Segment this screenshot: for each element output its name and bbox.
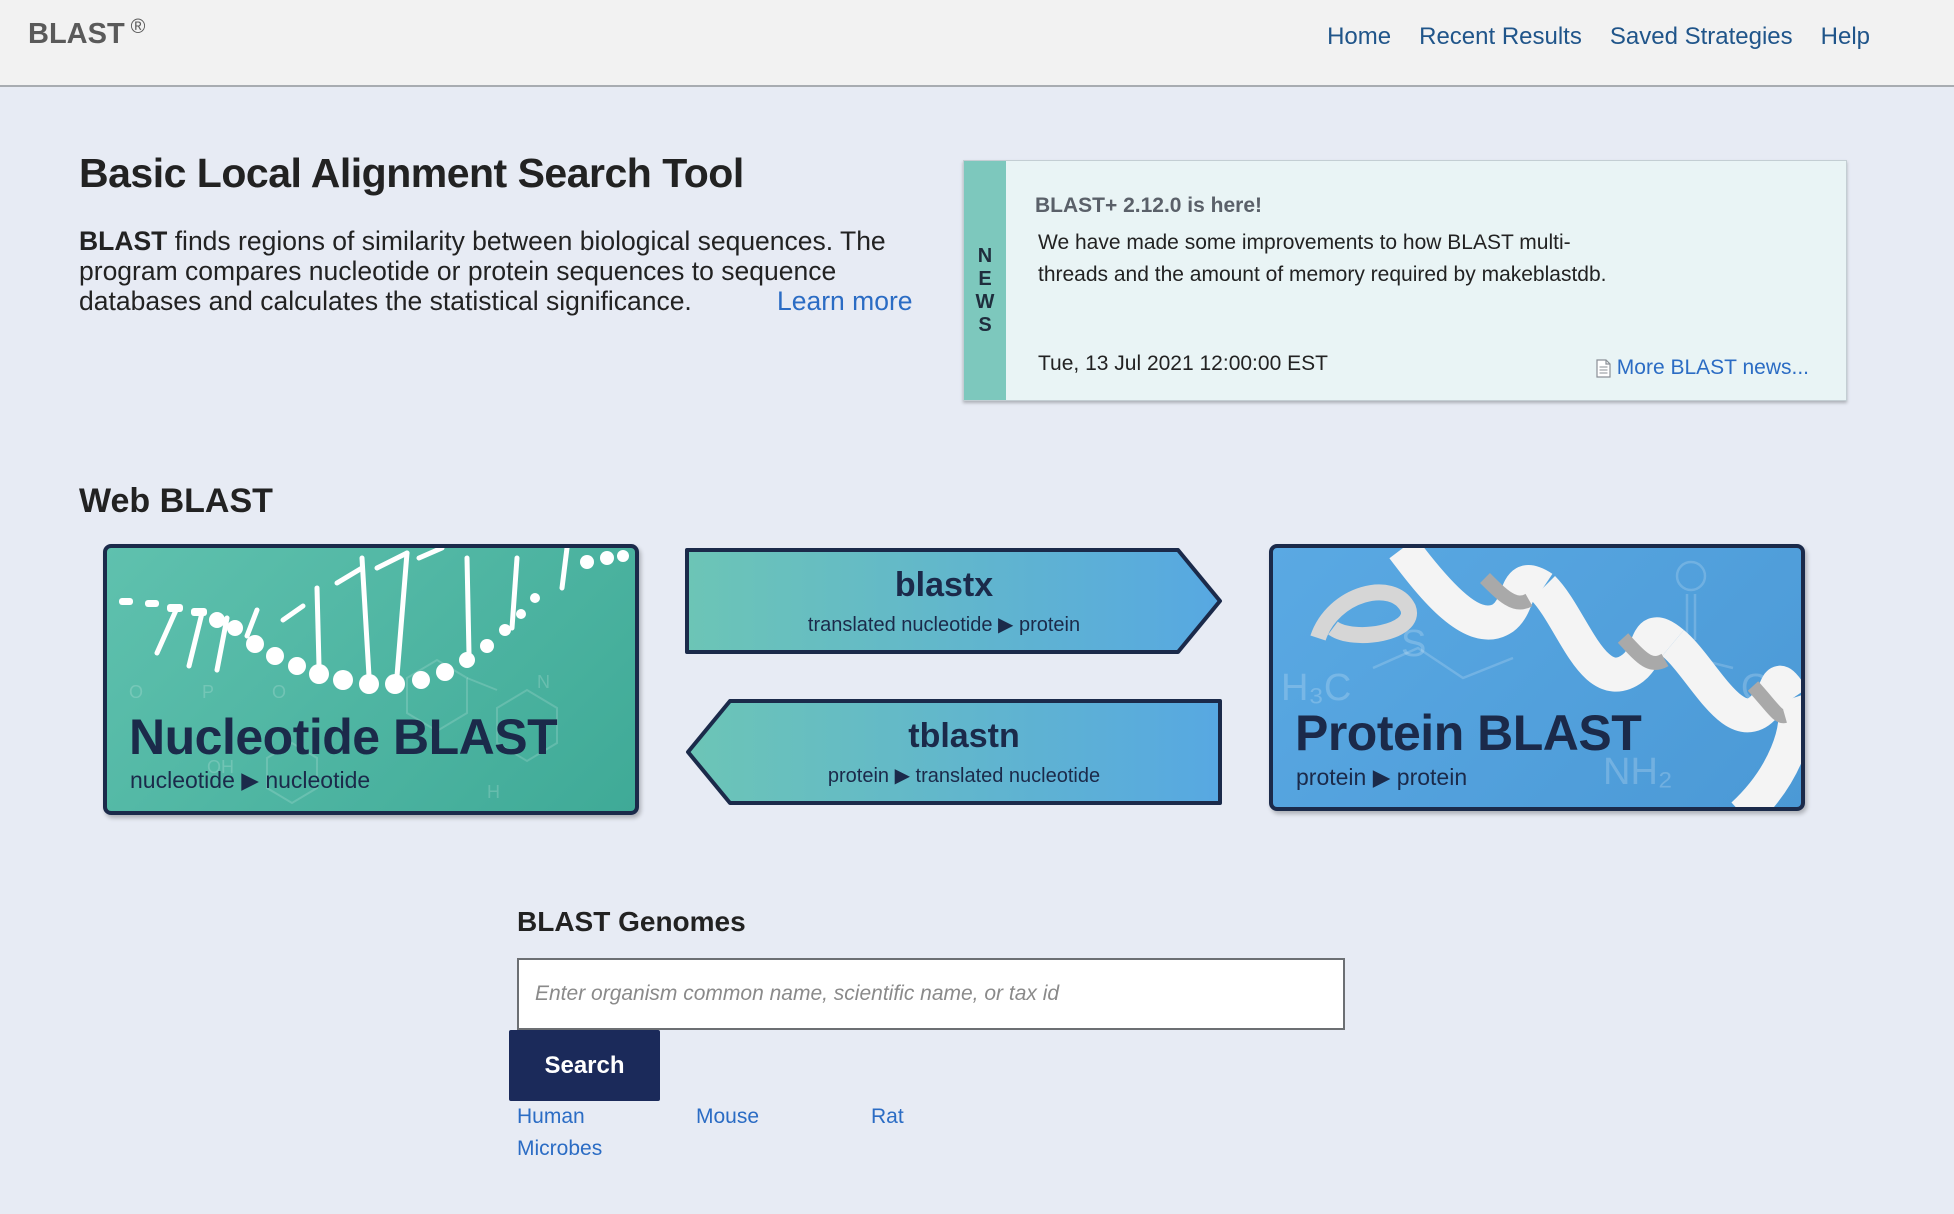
news-letter: N [977, 245, 993, 267]
tblastn-card[interactable]: tblastn protein ▶ translated nucleotide [684, 695, 1224, 809]
web-blast-heading: Web BLAST [79, 482, 273, 520]
news-headline: BLAST+ 2.12.0 is here! [1035, 194, 1263, 217]
protein-blast-subtitle: protein ▶ protein [1296, 764, 1468, 790]
tblastn-title: tblastn [908, 717, 1020, 755]
more-news-link[interactable]: More BLAST news... [1596, 356, 1809, 380]
news-date: Tue, 13 Jul 2021 12:00:00 EST [1038, 352, 1328, 375]
genome-link-human[interactable]: Human [517, 1105, 585, 1129]
genome-link-rat[interactable]: Rat [871, 1105, 904, 1129]
organism-search-input[interactable] [517, 958, 1345, 1030]
intro-description-text: finds regions of similarity between biol… [79, 226, 886, 316]
svg-text:H: H [487, 782, 500, 802]
blastx-card[interactable]: blastx translated nucleotide ▶ protein [684, 544, 1224, 658]
brand-logo[interactable]: BLAST ® [28, 16, 146, 51]
svg-text:O: O [272, 682, 286, 702]
nucleotide-blast-title: Nucleotide BLAST [129, 709, 558, 765]
nucleotide-blast-card[interactable]: OPO N H OH Nucleotide BLAST nucleotide ▶… [103, 544, 639, 815]
genome-link-mouse[interactable]: Mouse [696, 1105, 759, 1129]
svg-text:H₃C: H₃C [1281, 667, 1351, 709]
news-vertical-label: N E W S [964, 245, 1006, 337]
nav-home-link[interactable]: Home [1327, 23, 1391, 51]
top-nav: Home Recent Results Saved Strategies Hel… [1327, 23, 1870, 51]
tblastn-subtitle: protein ▶ translated nucleotide [827, 765, 1101, 787]
more-news-label: More BLAST news... [1616, 356, 1809, 379]
brand-name: BLAST [28, 18, 125, 50]
intro-lead-bold: BLAST [79, 226, 168, 256]
genome-link-microbes[interactable]: Microbes [517, 1137, 602, 1161]
top-bar: BLAST ® Home Recent Results Saved Strateg… [0, 0, 1954, 87]
protein-blast-card[interactable]: H₃C S OH NH₂ Protein BLAST protein ▶ pro… [1269, 544, 1805, 811]
document-icon [1596, 358, 1611, 378]
blast-genomes-heading: BLAST Genomes [517, 906, 746, 937]
nucleotide-blast-subtitle: nucleotide ▶ nucleotide [130, 767, 371, 793]
nav-saved-strategies-link[interactable]: Saved Strategies [1610, 23, 1793, 51]
svg-text:P: P [202, 682, 214, 702]
genome-search-button[interactable]: Search [509, 1030, 660, 1101]
page-title: Basic Local Alignment Search Tool [79, 150, 744, 196]
nav-recent-results-link[interactable]: Recent Results [1419, 23, 1582, 51]
blastx-title: blastx [894, 566, 994, 604]
protein-blast-title: Protein BLAST [1295, 705, 1642, 761]
registered-mark: ® [130, 16, 146, 38]
news-body: We have made some improvements to how BL… [1038, 231, 1607, 286]
blastx-subtitle: translated nucleotide ▶ protein [807, 614, 1081, 636]
svg-text:O: O [129, 682, 143, 702]
learn-more-link[interactable]: Learn more [777, 286, 913, 317]
news-letter: E [978, 268, 992, 290]
news-letter: S [978, 314, 992, 336]
svg-text:N: N [537, 672, 550, 692]
news-panel: N E W S BLAST+ 2.12.0 is here! We have m… [963, 160, 1847, 401]
news-letter: W [975, 291, 995, 313]
nav-help-link[interactable]: Help [1821, 23, 1870, 51]
